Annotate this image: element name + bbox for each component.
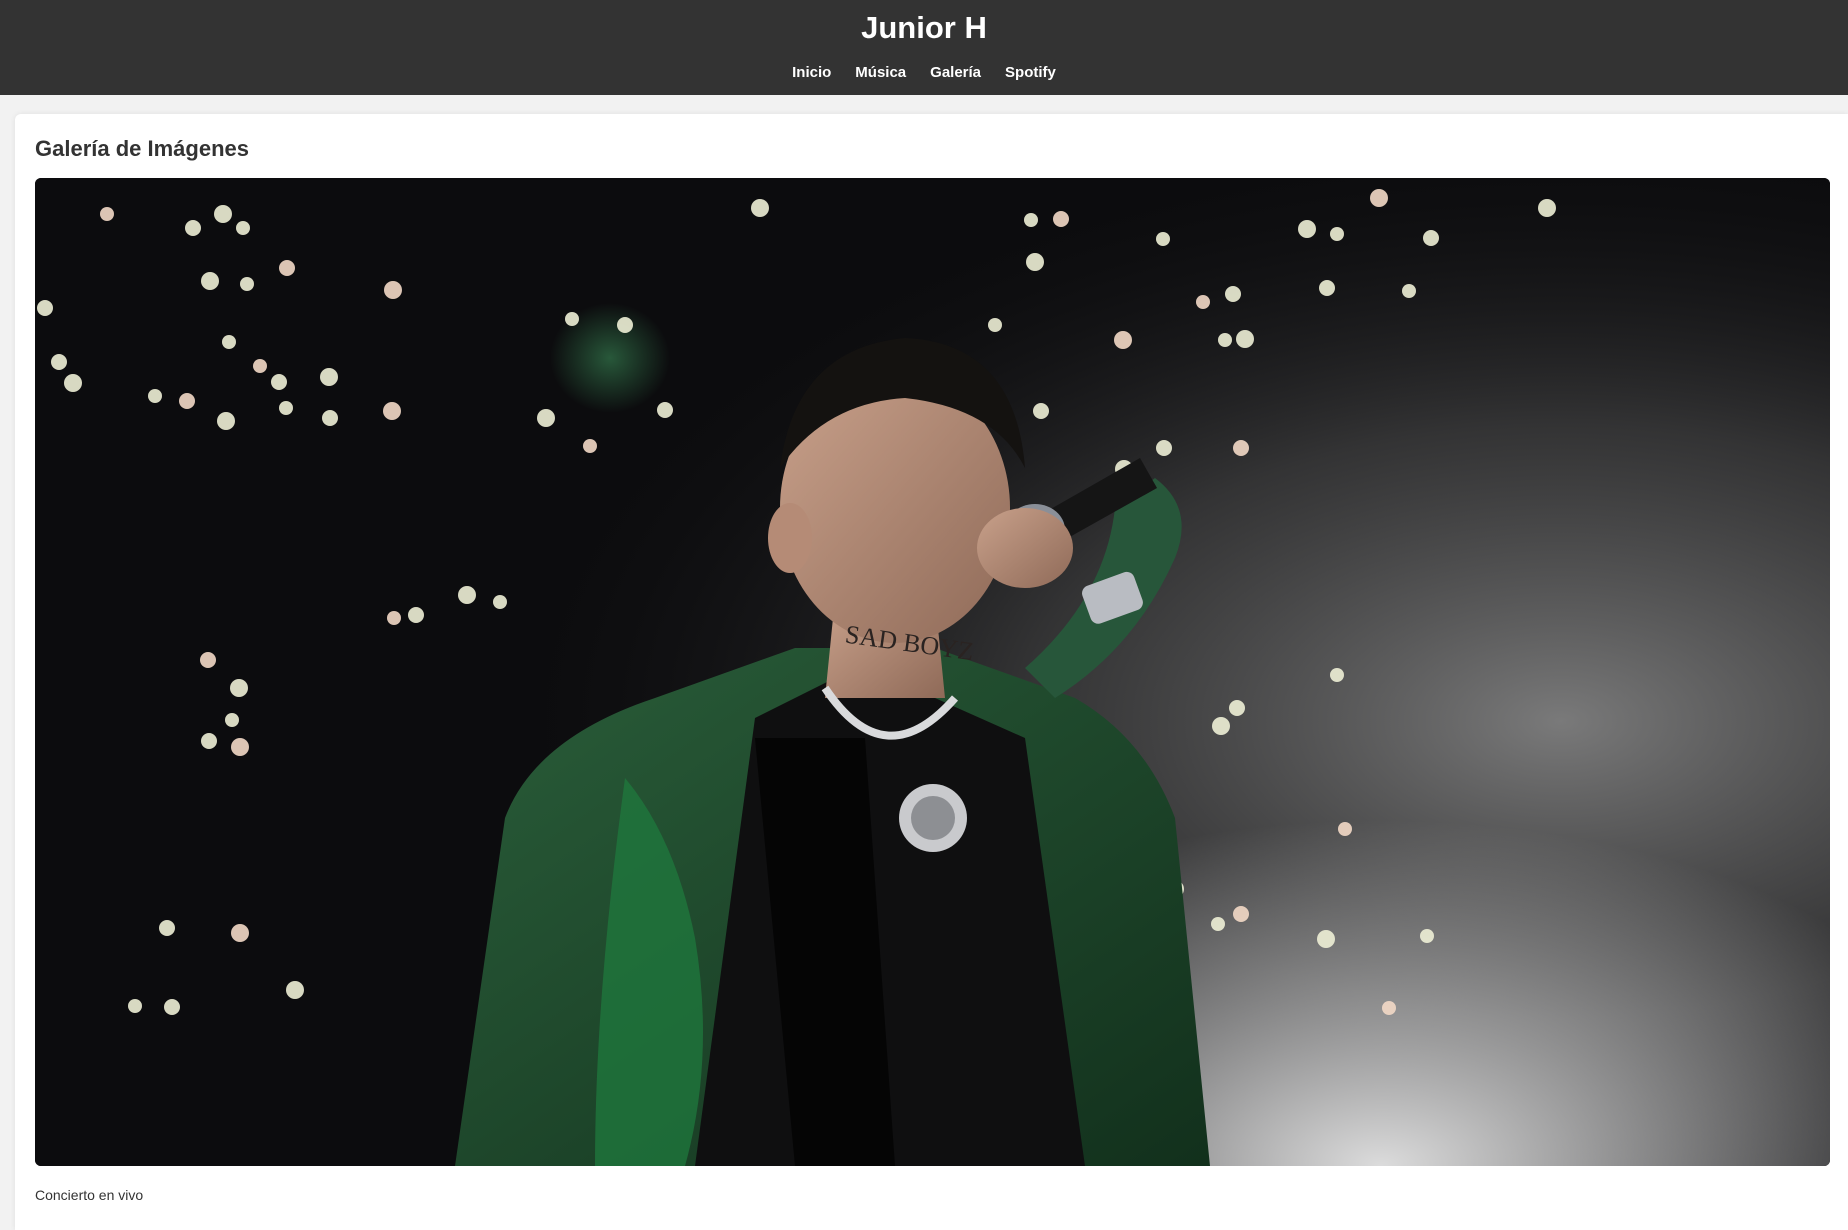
bokeh-light — [617, 317, 633, 333]
gallery-section: Galería de Imágenes SAD BOYZ Concierto e… — [15, 114, 1848, 1230]
nav-link-musica[interactable]: Música — [855, 63, 906, 83]
bokeh-light — [64, 374, 82, 392]
bokeh-light — [100, 207, 114, 221]
bokeh-light — [1225, 286, 1241, 302]
nav-link-inicio[interactable]: Inicio — [792, 63, 831, 83]
concert-photo[interactable]: SAD BOYZ — [35, 178, 1830, 1166]
bokeh-light — [565, 312, 579, 326]
bokeh-light — [1053, 211, 1069, 227]
bokeh-light — [1233, 906, 1249, 922]
bokeh-light — [286, 981, 304, 999]
bokeh-light — [201, 272, 219, 290]
bokeh-light — [230, 679, 248, 697]
bokeh-light — [37, 300, 53, 316]
main-nav: Inicio Música Galería Spotify — [0, 63, 1848, 83]
bokeh-light — [1402, 284, 1416, 298]
bokeh-light — [236, 221, 250, 235]
bokeh-light — [1033, 403, 1049, 419]
bokeh-light — [222, 335, 236, 349]
bokeh-light — [1338, 822, 1352, 836]
bokeh-light — [201, 733, 217, 749]
bokeh-light — [1233, 440, 1249, 456]
bokeh-light — [279, 401, 293, 415]
bokeh-light — [1212, 717, 1230, 735]
bokeh-light — [1114, 331, 1132, 349]
gallery-heading: Galería de Imágenes — [35, 136, 249, 161]
bokeh-light — [217, 412, 235, 430]
bokeh-light — [493, 595, 507, 609]
bokeh-light — [148, 389, 162, 403]
bokeh-light — [384, 281, 402, 299]
bokeh-light — [458, 586, 476, 604]
bokeh-light — [1298, 220, 1316, 238]
nav-link-spotify[interactable]: Spotify — [1005, 63, 1056, 83]
nav-link-galeria[interactable]: Galería — [930, 63, 981, 83]
bokeh-light — [1156, 232, 1170, 246]
bokeh-light — [751, 199, 769, 217]
bokeh-light — [240, 277, 254, 291]
bokeh-light — [387, 611, 401, 625]
bokeh-light — [537, 409, 555, 427]
bokeh-light — [214, 205, 232, 223]
bokeh-light — [231, 924, 249, 942]
bokeh-light — [408, 607, 424, 623]
bokeh-light — [1423, 230, 1439, 246]
concert-photo-illustration: SAD BOYZ — [35, 178, 1830, 1166]
bokeh-light — [1538, 199, 1556, 217]
bokeh-light — [159, 920, 175, 936]
bokeh-light — [322, 410, 338, 426]
bokeh-light — [271, 374, 287, 390]
bokeh-light — [320, 368, 338, 386]
bokeh-light — [1420, 929, 1434, 943]
bokeh-light — [253, 359, 267, 373]
bokeh-light — [51, 354, 67, 370]
bokeh-light — [200, 652, 216, 668]
bokeh-light — [1370, 189, 1388, 207]
bokeh-light — [1229, 700, 1245, 716]
bokeh-light — [1196, 295, 1210, 309]
photo-caption: Concierto en vivo — [35, 1187, 144, 1203]
bokeh-light — [383, 402, 401, 420]
bokeh-light — [1330, 668, 1344, 682]
bokeh-light — [1319, 280, 1335, 296]
bokeh-light — [1236, 330, 1254, 348]
bokeh-light — [1024, 213, 1038, 227]
site-header: Junior H Inicio Música Galería Spotify — [0, 0, 1848, 95]
bokeh-light — [225, 713, 239, 727]
bokeh-light — [231, 738, 249, 756]
bokeh-light — [988, 318, 1002, 332]
bokeh-light — [279, 260, 295, 276]
bokeh-light — [657, 402, 673, 418]
bokeh-light — [583, 439, 597, 453]
bokeh-light — [1382, 1001, 1396, 1015]
bokeh-light — [179, 393, 195, 409]
bokeh-light — [1218, 333, 1232, 347]
bokeh-light — [1156, 440, 1172, 456]
bokeh-light — [185, 220, 201, 236]
bokeh-light — [1026, 253, 1044, 271]
bokeh-light — [164, 999, 180, 1015]
bokeh-light — [1330, 227, 1344, 241]
bokeh-light — [1317, 930, 1335, 948]
bokeh-light — [1211, 917, 1225, 931]
bokeh-light — [128, 999, 142, 1013]
site-title: Junior H — [861, 10, 987, 45]
